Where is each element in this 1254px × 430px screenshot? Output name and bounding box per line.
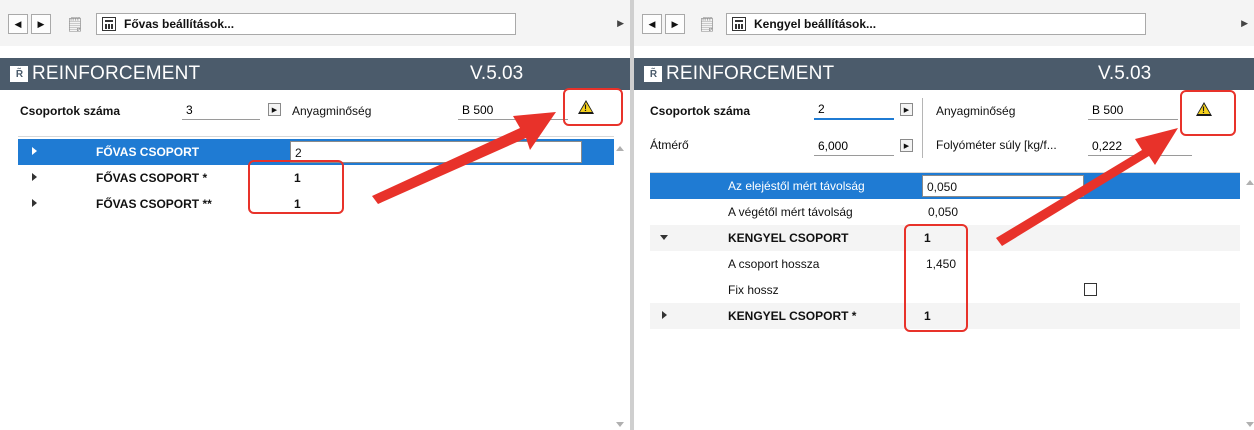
property-value: 0,050 (927, 180, 958, 194)
expand-triangle-icon[interactable] (32, 173, 37, 181)
material-input[interactable] (458, 100, 568, 120)
version-label: V.5.03 (1098, 63, 1152, 84)
warning-highlight (563, 88, 623, 126)
forward-icon: ▶ (671, 18, 679, 29)
list-item[interactable]: A végétől mért távolság 0,050 (650, 199, 1240, 225)
back-icon: ◀ (648, 18, 656, 29)
scroll-up-icon[interactable] (616, 146, 624, 151)
scroll-down-icon[interactable] (616, 422, 624, 427)
values-highlight (248, 160, 344, 214)
forward-button[interactable]: ▶ (665, 14, 685, 34)
panel-title: Fővas beállítások... (124, 17, 235, 31)
kengyel-settings-panel: ◀ ▶ 🗒 Kengyel beállítások... ▶ R̃ REINFO… (634, 0, 1254, 430)
groups-count-label: Csoportok száma (20, 104, 121, 118)
panel-arrow-icon[interactable]: ▶ (1241, 18, 1248, 29)
calculator-icon (102, 17, 116, 31)
property-value: 0,050 (928, 205, 959, 219)
field-separator (922, 98, 923, 158)
group-label: KENGYEL CSOPORT (728, 231, 849, 245)
navigation-bar: ◀ ▶ 🗒 Kengyel beállítások... ▶ (634, 0, 1254, 46)
values-highlight (904, 224, 968, 332)
diameter-input[interactable] (814, 136, 894, 156)
settings-title-box[interactable]: Fővas beállítások... (96, 13, 516, 35)
expand-triangle-icon[interactable] (32, 147, 37, 155)
panel-title: Kengyel beállítások... (754, 17, 877, 31)
list-item[interactable]: Az elejéstől mért távolság 0,050 (650, 173, 1240, 199)
groups-count-input[interactable] (182, 100, 260, 120)
reinforcement-logo: R̃ (644, 66, 662, 82)
back-button[interactable]: ◀ (642, 14, 662, 34)
fix-length-checkbox[interactable] (1084, 283, 1097, 296)
group-value: 2 (295, 146, 302, 160)
fovas-settings-panel: ◀ ▶ 🗒 Fővas beállítások... ▶ R̃ REINFORC… (0, 0, 630, 430)
groups-count-spin-button[interactable]: ▶ (268, 103, 281, 116)
calculator-icon (732, 17, 746, 31)
document-icon[interactable]: 🗒 (65, 14, 85, 34)
group-label: KENGYEL CSOPORT * (728, 309, 857, 323)
expand-triangle-icon[interactable] (662, 311, 667, 319)
panel-arrow-icon[interactable]: ▶ (617, 18, 624, 29)
scroll-up-icon[interactable] (1246, 180, 1254, 185)
warning-highlight (1180, 90, 1236, 136)
play-icon: ▶ (903, 106, 910, 114)
diameter-label: Átmérő (650, 138, 689, 152)
group-label: FŐVAS CSOPORT * (96, 171, 208, 185)
groups-count-input[interactable] (814, 100, 894, 120)
collapse-triangle-icon[interactable] (660, 235, 668, 240)
property-label: A végétől mért távolság (728, 205, 853, 219)
property-label: A csoport hossza (728, 257, 820, 271)
back-button[interactable]: ◀ (8, 14, 28, 34)
material-label: Anyagminőség (936, 104, 1016, 118)
expand-triangle-icon[interactable] (32, 199, 37, 207)
document-icon[interactable]: 🗒 (697, 14, 717, 34)
property-label: Az elejéstől mért távolság (728, 179, 865, 193)
weight-label: Folyóméter súly [kg/f... (936, 138, 1057, 152)
play-icon: ▶ (271, 106, 278, 114)
group-label: FŐVAS CSOPORT (96, 145, 200, 159)
groups-count-spin-button[interactable]: ▶ (900, 103, 913, 116)
play-icon: ▶ (903, 142, 910, 150)
brand-header: R̃ REINFORCEMENT V.5.03 (0, 58, 630, 90)
property-value-editor[interactable]: 0,050 (922, 175, 1084, 197)
brand-name: REINFORCEMENT (666, 63, 835, 84)
brand-name: REINFORCEMENT (32, 63, 201, 84)
brand-header: R̃ REINFORCEMENT V.5.03 (634, 58, 1254, 90)
property-label: Fix hossz (728, 283, 779, 297)
reinforcement-logo: R̃ (10, 66, 28, 82)
back-icon: ◀ (14, 18, 22, 29)
material-input[interactable] (1088, 100, 1178, 120)
weight-input[interactable] (1088, 136, 1192, 156)
navigation-bar: ◀ ▶ 🗒 Fővas beállítások... ▶ (0, 0, 630, 46)
forward-button[interactable]: ▶ (31, 14, 51, 34)
forward-icon: ▶ (37, 18, 45, 29)
version-label: V.5.03 (470, 63, 524, 84)
groups-count-label: Csoportok száma (650, 104, 751, 118)
group-label: FŐVAS CSOPORT ** (96, 197, 212, 211)
settings-title-box[interactable]: Kengyel beállítások... (726, 13, 1146, 35)
scroll-down-icon[interactable] (1246, 422, 1254, 427)
diameter-spin-button[interactable]: ▶ (900, 139, 913, 152)
material-label: Anyagminőség (292, 104, 372, 118)
